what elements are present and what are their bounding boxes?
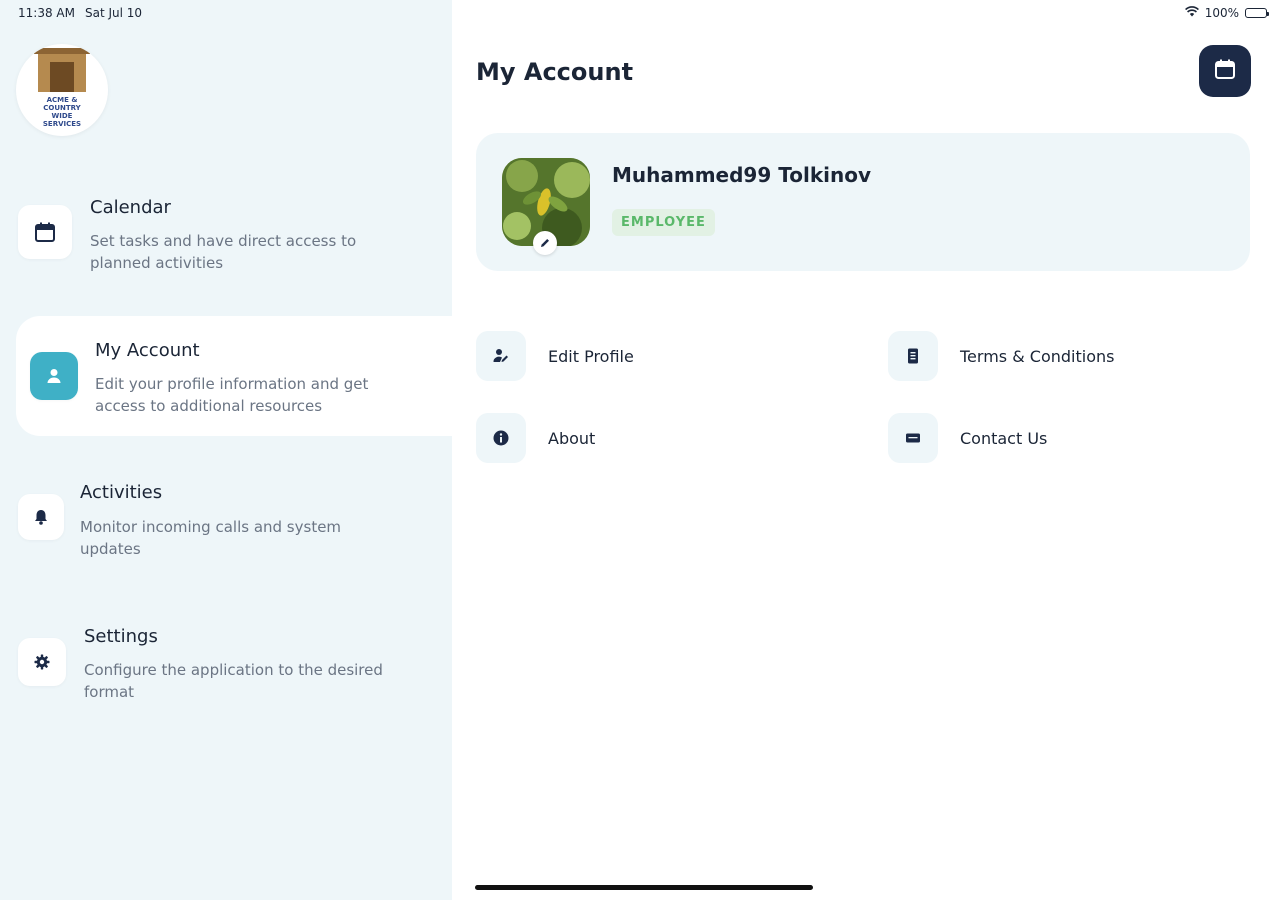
sidebar-item-calendar[interactable]: Calendar Set tasks and have direct acces… bbox=[16, 172, 452, 292]
sidebar-item-description: Configure the application to the desired… bbox=[84, 661, 383, 701]
battery-percent: 100% bbox=[1204, 6, 1239, 20]
calendar-icon bbox=[18, 205, 72, 259]
pencil-icon bbox=[539, 234, 551, 253]
profile-card: Muhammed99 Tolkinov EMPLOYEE bbox=[476, 133, 1250, 271]
sidebar-item-description: Edit your profile information and get ac… bbox=[95, 375, 369, 415]
menu-label: Terms & Conditions bbox=[960, 346, 1115, 366]
battery-icon bbox=[1245, 8, 1269, 18]
main-content: My Account Muhammed99 Tolkinov EMPLOYEE … bbox=[452, 0, 1287, 900]
sidebar-item-title: Activities bbox=[80, 482, 163, 503]
edit-profile-icon bbox=[476, 331, 526, 381]
gear-icon bbox=[18, 638, 66, 686]
menu-label: About bbox=[548, 428, 596, 448]
page-title: My Account bbox=[476, 58, 634, 86]
wifi-icon bbox=[1184, 6, 1199, 20]
sidebar-item-description: Monitor incoming calls and system update… bbox=[80, 518, 342, 558]
sidebar-item-title: My Account bbox=[95, 340, 200, 361]
home-indicator[interactable] bbox=[475, 885, 813, 890]
status-date: Sat Jul 10 bbox=[84, 6, 143, 20]
contact-us-item[interactable]: Contact Us bbox=[888, 413, 1047, 463]
calendar-icon bbox=[1213, 57, 1237, 85]
profile-name: Muhammed99 Tolkinov bbox=[612, 163, 871, 187]
about-item[interactable]: About bbox=[476, 413, 595, 463]
sidebar-item-title: Settings bbox=[84, 626, 158, 647]
bell-icon bbox=[18, 494, 64, 540]
menu-label: Edit Profile bbox=[548, 346, 634, 366]
sidebar-item-title: Calendar bbox=[90, 197, 171, 218]
edit-avatar-button[interactable] bbox=[533, 231, 557, 255]
info-icon bbox=[476, 413, 526, 463]
document-icon bbox=[888, 331, 938, 381]
sidebar-item-activities[interactable]: Activities Monitor incoming calls and sy… bbox=[16, 460, 452, 580]
terms-conditions-item[interactable]: Terms & Conditions bbox=[888, 331, 1114, 381]
status-bar: 11:38 AM Sat Jul 10 100% bbox=[0, 0, 1287, 26]
sidebar-item-my-account[interactable]: My Account Edit your profile information… bbox=[16, 316, 452, 436]
sidebar: ACME & COUNTRY WIDE SERVICES Calendar Se… bbox=[0, 0, 452, 900]
person-icon bbox=[30, 352, 78, 400]
menu-label: Contact Us bbox=[960, 428, 1048, 448]
company-logo: ACME & COUNTRY WIDE SERVICES bbox=[16, 44, 108, 136]
sidebar-item-description: Set tasks and have direct access to plan… bbox=[90, 232, 357, 272]
role-badge: EMPLOYEE bbox=[612, 209, 715, 236]
calendar-button[interactable] bbox=[1199, 45, 1251, 97]
sidebar-item-settings[interactable]: Settings Configure the application to th… bbox=[16, 604, 452, 724]
logo-text: ACME & COUNTRY WIDE SERVICES bbox=[42, 96, 82, 128]
edit-profile-item[interactable]: Edit Profile bbox=[476, 331, 634, 381]
status-time: 11:38 AM bbox=[18, 6, 75, 20]
mail-icon bbox=[888, 413, 938, 463]
